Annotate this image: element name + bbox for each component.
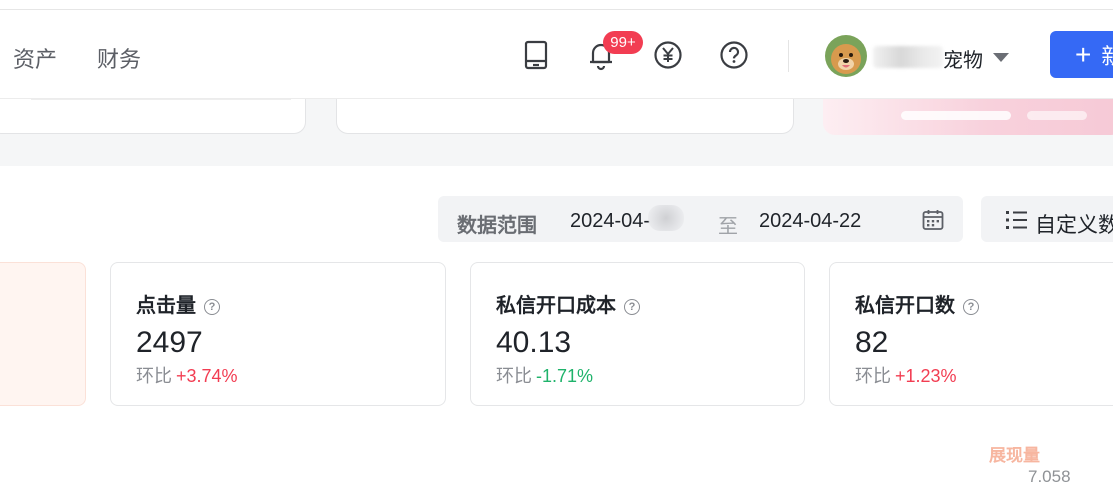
top-navigation-bar: 资产 财务 99+ 宠物 + 新: [0, 0, 1113, 99]
metric-title: 私信开口成本?: [496, 289, 640, 318]
help-icon[interactable]: [718, 38, 750, 72]
metric-compare: 环比 +1.23%: [855, 366, 957, 386]
create-button[interactable]: + 新: [1050, 31, 1113, 78]
create-button-label: 新: [1101, 44, 1113, 69]
user-name[interactable]: 宠物: [943, 44, 983, 73]
overview-card: [336, 99, 794, 134]
nav-item-finance[interactable]: 财务: [97, 42, 141, 74]
date-range-separator: 至: [718, 216, 738, 238]
metric-card-clicks[interactable]: 点击量? 2497 环比 +3.74%: [110, 262, 446, 406]
change-down: -1.71%: [536, 366, 594, 386]
metric-value: 40.13: [496, 326, 572, 359]
overview-card: [0, 99, 306, 134]
top-border: [0, 9, 1113, 10]
custom-metrics-label: 自定义数: [1035, 214, 1113, 237]
chart-axis-value: 7.058: [1028, 467, 1071, 486]
metric-value: 2497: [136, 326, 203, 359]
calendar-icon[interactable]: [921, 208, 945, 232]
user-name-blurred: [873, 46, 943, 68]
metric-value: 82: [855, 326, 889, 359]
metric-card-message-count[interactable]: 私信开口数? 82 环比 +1.23%: [829, 262, 1113, 406]
metric-title: 点击量?: [136, 289, 220, 318]
chevron-down-icon[interactable]: [993, 53, 1009, 62]
notification-badge: 99+: [603, 31, 643, 54]
help-icon[interactable]: ?: [963, 299, 979, 315]
end-date-input[interactable]: 2024-04-22: [759, 210, 861, 233]
start-date-input[interactable]: 2024-04-: [570, 210, 650, 233]
chart-legend-impressions: 展现量: [989, 446, 1040, 465]
avatar[interactable]: [825, 35, 867, 77]
metric-card-highlighted[interactable]: [0, 262, 86, 406]
yuan-icon[interactable]: [652, 38, 684, 72]
date-range-label: 数据范围: [457, 215, 537, 237]
nav-item-assets[interactable]: 资产: [13, 42, 57, 74]
nav-divider: [788, 40, 789, 72]
metric-compare: 环比 -1.71%: [496, 366, 594, 386]
help-icon[interactable]: ?: [204, 299, 220, 315]
promo-banner[interactable]: [823, 99, 1113, 135]
list-settings-icon: [1005, 209, 1029, 231]
start-date-blurred: [648, 205, 684, 231]
change-up: +3.74%: [176, 366, 238, 386]
metric-title: 私信开口数?: [855, 289, 979, 318]
change-up: +1.23%: [895, 366, 957, 386]
metric-card-message-cost[interactable]: 私信开口成本? 40.13 环比 -1.71%: [470, 262, 805, 406]
metric-compare: 环比 +3.74%: [136, 366, 238, 386]
tablet-icon[interactable]: [520, 38, 552, 72]
help-icon[interactable]: ?: [624, 299, 640, 315]
